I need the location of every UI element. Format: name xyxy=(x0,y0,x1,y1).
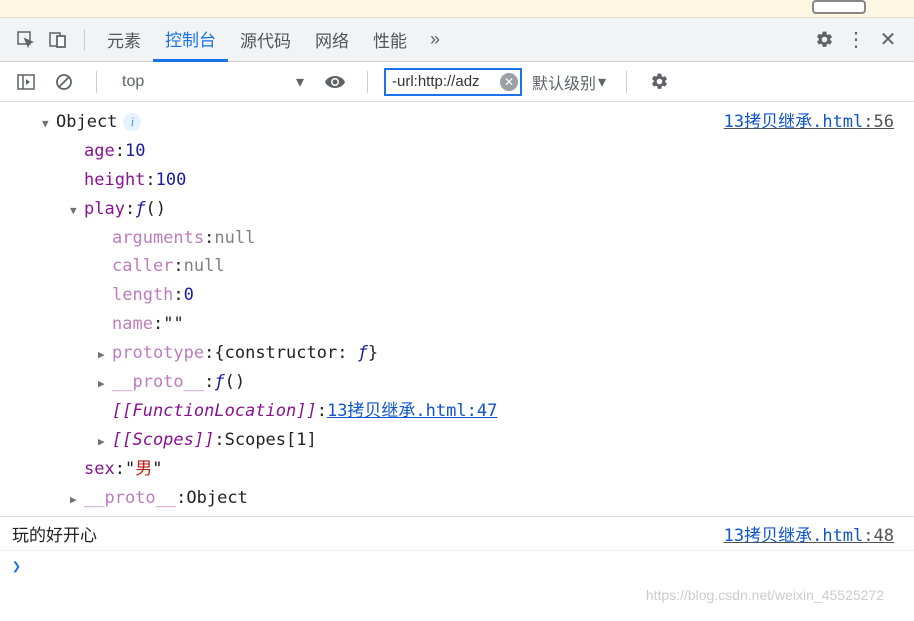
console-subbar: top ▾ ✕ 默认级别 ▾ xyxy=(0,62,914,102)
prop-preview: Object xyxy=(186,484,247,513)
prop-scopes[interactable]: [[Scopes]]: Scopes[1] xyxy=(12,426,902,455)
chevron-down-icon: ▾ xyxy=(296,72,304,92)
console-prompt[interactable]: ❯ xyxy=(0,551,914,581)
prop-value: null xyxy=(184,252,225,281)
prop-key: prototype xyxy=(112,339,204,368)
more-tabs-icon[interactable]: » xyxy=(423,28,447,52)
prop-key: name xyxy=(112,310,153,339)
expand-arrow-icon[interactable] xyxy=(42,108,54,137)
prop-key: length xyxy=(112,281,173,310)
device-toggle-icon[interactable] xyxy=(46,28,70,52)
divider xyxy=(84,29,85,51)
source-link[interactable]: 13拷贝继承.html:48 xyxy=(724,521,894,546)
devtools-tabbar: 元素 控制台 源代码 网络 性能 » ⋮ ✕ xyxy=(0,18,914,62)
banner-button[interactable] xyxy=(812,0,866,14)
prop-preview: {constructor: ƒ} xyxy=(214,339,378,368)
prop-key: play xyxy=(84,195,125,224)
prop-caller[interactable]: caller: null xyxy=(12,252,902,281)
prop-value: 100 xyxy=(156,166,187,195)
source-link-inline[interactable]: 13拷贝继承.html:47 xyxy=(327,397,497,426)
prop-name[interactable]: name: "" xyxy=(12,310,902,339)
tab-network[interactable]: 网络 xyxy=(303,18,361,62)
prop-age[interactable]: age: 10 xyxy=(12,137,902,166)
console-settings-icon[interactable] xyxy=(647,70,671,94)
console-output: 13拷贝继承.html:56 Object i age: 10 height: … xyxy=(0,102,914,517)
prop-value: 男 xyxy=(135,459,152,479)
log-level-label: 默认级别 xyxy=(532,70,596,94)
kebab-menu-icon[interactable]: ⋮ xyxy=(844,28,868,52)
expand-arrow-icon[interactable] xyxy=(98,426,110,455)
divider xyxy=(96,71,97,93)
prop-value: null xyxy=(214,224,255,253)
close-icon[interactable]: ✕ xyxy=(876,28,900,52)
log-level-selector[interactable]: 默认级别 ▾ xyxy=(528,70,610,94)
prop-key: height xyxy=(84,166,145,195)
info-banner xyxy=(0,0,914,18)
divider xyxy=(367,71,368,93)
expand-arrow-icon[interactable] xyxy=(98,339,110,368)
tab-elements[interactable]: 元素 xyxy=(95,18,153,62)
source-link[interactable]: 13拷贝继承.html:56 xyxy=(724,108,894,137)
settings-icon[interactable] xyxy=(812,28,836,52)
chevron-down-icon: ▾ xyxy=(598,72,606,92)
prop-length[interactable]: length: 0 xyxy=(12,281,902,310)
expand-arrow-icon[interactable] xyxy=(70,484,82,513)
prop-key: [[Scopes]] xyxy=(112,426,214,455)
log-text: 玩的好开心 xyxy=(12,526,97,546)
sidebar-toggle-icon[interactable] xyxy=(14,70,38,94)
watermark: https://blog.csdn.net/weixin_45525272 xyxy=(646,587,884,603)
source-file: 13拷贝继承.html xyxy=(724,526,864,546)
prop-arguments[interactable]: arguments: null xyxy=(12,224,902,253)
source-file: 13拷贝继承.html xyxy=(327,401,467,421)
prop-key: __proto__ xyxy=(84,484,176,513)
prop-play[interactable]: play: ƒ () xyxy=(12,195,902,224)
source-line: :56 xyxy=(863,112,894,132)
expand-arrow-icon[interactable] xyxy=(70,195,82,224)
filter-input-wrap: ✕ xyxy=(384,68,522,96)
prop-key: arguments xyxy=(112,224,204,253)
clear-filter-icon[interactable]: ✕ xyxy=(500,73,518,91)
context-selector[interactable]: top ▾ xyxy=(113,69,313,95)
prompt-chevron-icon: ❯ xyxy=(12,557,21,575)
clear-console-icon[interactable] xyxy=(52,70,76,94)
function-italic-f: ƒ xyxy=(135,195,145,224)
prop-value: 0 xyxy=(184,281,194,310)
info-icon[interactable]: i xyxy=(123,113,141,131)
object-label: Object xyxy=(56,108,117,137)
source-file: 13拷贝继承.html xyxy=(724,112,864,132)
tab-console[interactable]: 控制台 xyxy=(153,18,228,62)
prop-sex[interactable]: sex: "男" xyxy=(12,455,902,484)
context-label: top xyxy=(122,73,144,91)
prop-preview: Scopes[1] xyxy=(225,426,317,455)
prop-key: age xyxy=(84,137,115,166)
prop-function-location[interactable]: [[FunctionLocation]]: 13拷贝继承.html:47 xyxy=(12,397,902,426)
prop-prototype[interactable]: prototype: {constructor: ƒ} xyxy=(12,339,902,368)
prop-key: [[FunctionLocation]] xyxy=(112,397,317,426)
live-expression-icon[interactable] xyxy=(323,70,347,94)
function-parens: () xyxy=(225,368,245,397)
expand-arrow-icon[interactable] xyxy=(98,368,110,397)
prop-proto-obj[interactable]: __proto__: Object xyxy=(12,484,902,513)
function-parens: () xyxy=(145,195,165,224)
tab-sources[interactable]: 源代码 xyxy=(228,18,303,62)
log-message-row: 玩的好开心 13拷贝继承.html:48 xyxy=(0,517,914,551)
tab-performance[interactable]: 性能 xyxy=(361,18,419,62)
inspect-icon[interactable] xyxy=(14,28,38,52)
source-line: :47 xyxy=(467,401,498,421)
divider xyxy=(626,71,627,93)
prop-proto-fn[interactable]: __proto__: ƒ () xyxy=(12,368,902,397)
prop-value: 10 xyxy=(125,137,145,166)
function-italic-f: ƒ xyxy=(214,368,224,397)
prop-height[interactable]: height: 100 xyxy=(12,166,902,195)
prop-key: sex xyxy=(84,455,115,484)
prop-key: caller xyxy=(112,252,173,281)
prop-key: __proto__ xyxy=(112,368,204,397)
source-line: :48 xyxy=(863,526,894,546)
